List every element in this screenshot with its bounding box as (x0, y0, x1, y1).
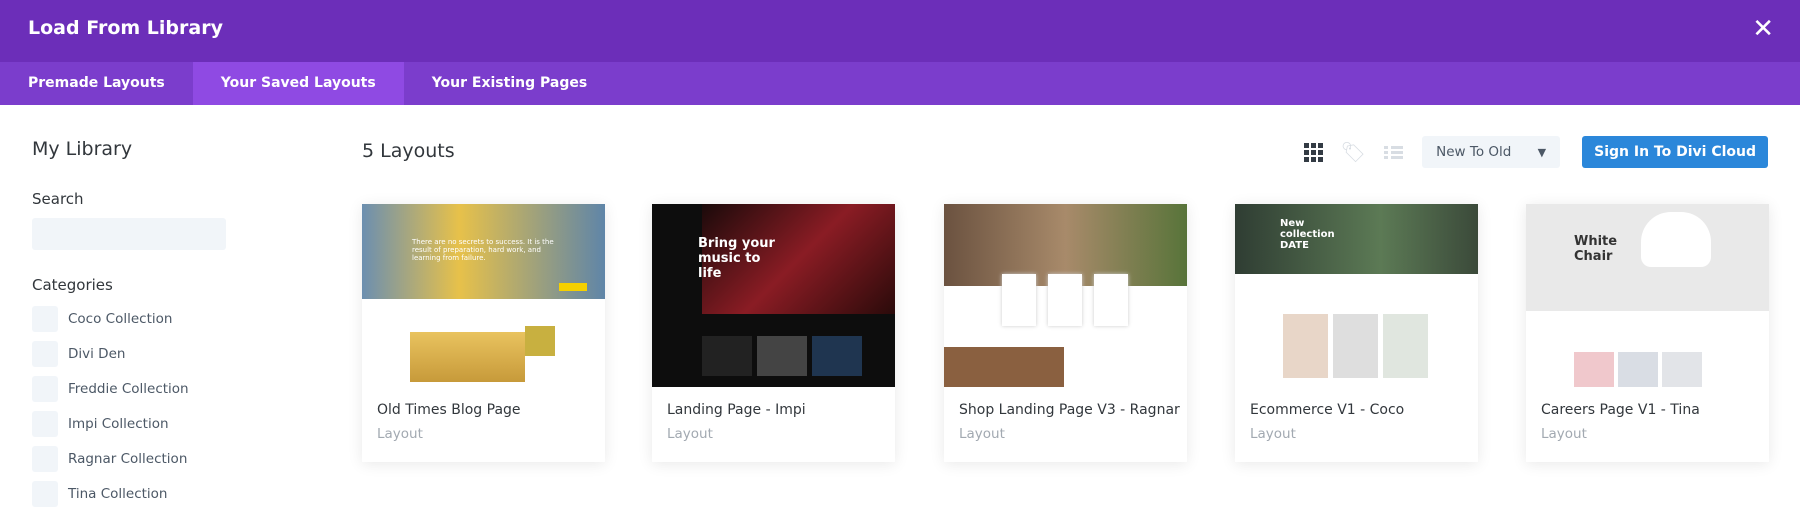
category-checkbox[interactable] (32, 446, 58, 472)
search-input[interactable] (32, 218, 226, 250)
tab-bar: Premade Layouts Your Saved Layouts Your … (0, 62, 1800, 105)
category-checkbox[interactable] (32, 306, 58, 332)
layout-card[interactable]: Shop Landing Page V3 - Ragnar Layout (944, 204, 1187, 462)
chevron-down-icon: ▼ (1537, 145, 1547, 159)
layout-type: Layout (959, 426, 1005, 442)
layout-title: Careers Page V1 - Tina (1541, 402, 1700, 418)
layout-thumbnail: New collection DATE (1235, 204, 1478, 387)
layout-title: Old Times Blog Page (377, 402, 521, 418)
layout-type: Layout (1541, 426, 1587, 442)
sidebar: My Library Search Categories Coco Collec… (32, 138, 232, 507)
thumbnail-text: White Chair (1574, 234, 1618, 264)
category-checkbox[interactable] (32, 376, 58, 402)
categories-label: Categories (32, 276, 113, 294)
grid-view-icon[interactable] (1302, 141, 1324, 163)
layout-card[interactable]: New collection DATE Ecommerce V1 - Coco … (1235, 204, 1478, 462)
layout-thumbnail (944, 204, 1187, 387)
sort-value: New To Old (1436, 144, 1512, 160)
layout-thumbnail: Bring your music to life (652, 204, 895, 387)
category-label: Tina Collection (68, 486, 168, 502)
category-label: Impi Collection (68, 416, 169, 432)
category-item[interactable]: Ragnar Collection (32, 446, 232, 472)
layout-title: Landing Page - Impi (667, 402, 806, 418)
layout-card[interactable]: White Chair Careers Page V1 - Tina Layou… (1526, 204, 1769, 462)
category-label: Divi Den (68, 346, 126, 362)
modal-header: Load From Library ✕ (0, 0, 1800, 62)
category-item[interactable]: Tina Collection (32, 481, 232, 507)
list-view-icon[interactable] (1382, 141, 1404, 163)
category-label: Freddie Collection (68, 381, 189, 397)
layout-title: Ecommerce V1 - Coco (1250, 402, 1405, 418)
tab-your-saved-layouts[interactable]: Your Saved Layouts (192, 62, 404, 105)
category-checkbox[interactable] (32, 341, 58, 367)
modal-title: Load From Library (28, 17, 223, 39)
thumbnail-text: There are no secrets to success. It is t… (412, 238, 554, 262)
category-item[interactable]: Impi Collection (32, 411, 232, 437)
layout-type: Layout (377, 426, 423, 442)
sign-in-divi-cloud-button[interactable]: Sign In To Divi Cloud (1582, 136, 1768, 168)
category-item[interactable]: Coco Collection (32, 306, 232, 332)
tag-icon[interactable]: 🏷 (1340, 140, 1365, 164)
sort-select[interactable]: New To Old ▼ (1422, 136, 1561, 168)
toolbar: 🏷 New To Old ▼ Sign In To Divi Cloud (1302, 136, 1768, 168)
sidebar-title: My Library (32, 138, 133, 160)
close-icon[interactable]: ✕ (1752, 14, 1774, 44)
layout-thumbnail: White Chair (1526, 204, 1769, 387)
tab-premade-layouts[interactable]: Premade Layouts (0, 62, 193, 105)
category-label: Ragnar Collection (68, 451, 188, 467)
layout-thumbnail: There are no secrets to success. It is t… (362, 204, 605, 387)
category-label: Coco Collection (68, 311, 173, 327)
tab-your-existing-pages[interactable]: Your Existing Pages (404, 62, 615, 105)
search-label: Search (32, 190, 84, 208)
thumbnail-text: Bring your music to life (698, 236, 775, 281)
layout-title: Shop Landing Page V3 - Ragnar (959, 402, 1180, 418)
category-checkbox[interactable] (32, 481, 58, 507)
layout-card[interactable]: Bring your music to life Landing Page - … (652, 204, 895, 462)
thumbnail-text: New collection DATE (1280, 218, 1335, 251)
category-checkbox[interactable] (32, 411, 58, 437)
category-item[interactable]: Freddie Collection (32, 376, 232, 402)
layouts-count: 5 Layouts (362, 140, 455, 162)
category-item[interactable]: Divi Den (32, 341, 232, 367)
layout-card[interactable]: There are no secrets to success. It is t… (362, 204, 605, 462)
layout-type: Layout (1250, 426, 1296, 442)
layout-type: Layout (667, 426, 713, 442)
